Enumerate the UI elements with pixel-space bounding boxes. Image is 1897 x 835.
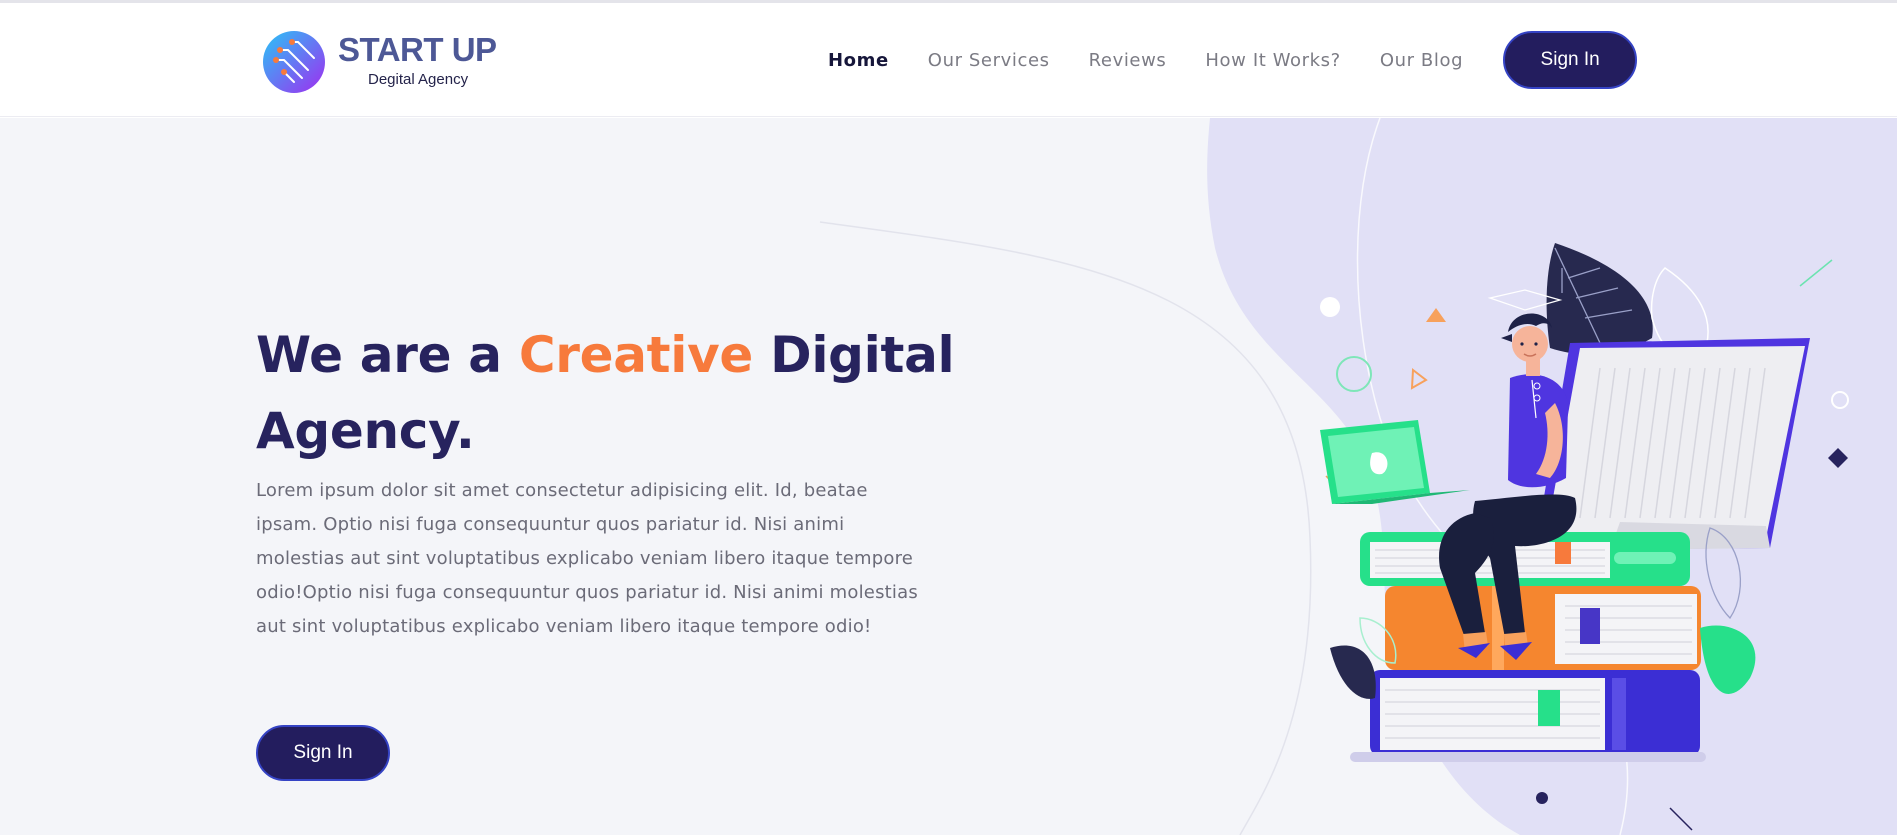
nav-item-our-services[interactable]: Our Services [928,50,1050,71]
brand-logo[interactable]: START UP Degital Agency [262,27,522,97]
headline-accent: Creative [518,326,754,384]
hero-headline: We are a Creative Digital Agency. [256,317,976,469]
navbar: START UP Degital Agency Home Our Service… [0,3,1897,117]
nav-item-our-blog[interactable]: Our Blog [1380,50,1463,71]
brand-tagline: Degital Agency [368,71,469,88]
nav-item-home[interactable]: Home [828,50,889,71]
hero-description: Lorem ipsum dolor sit amet consectetur a… [256,480,918,637]
main-nav: Home Our Services Reviews How It Works? … [828,3,1638,117]
hero-sign-in-button[interactable]: Sign In [256,725,390,781]
nav-item-reviews[interactable]: Reviews [1089,50,1167,71]
nav-item-how-it-works[interactable]: How It Works? [1205,50,1340,71]
person-with-laptop-on-books-illustration [1320,243,1849,831]
brand-name: START UP [338,31,497,68]
nav-sign-in-button[interactable]: Sign In [1503,31,1638,89]
headline-prefix: We are a [256,326,519,384]
logo-circuit-icon [263,31,325,93]
